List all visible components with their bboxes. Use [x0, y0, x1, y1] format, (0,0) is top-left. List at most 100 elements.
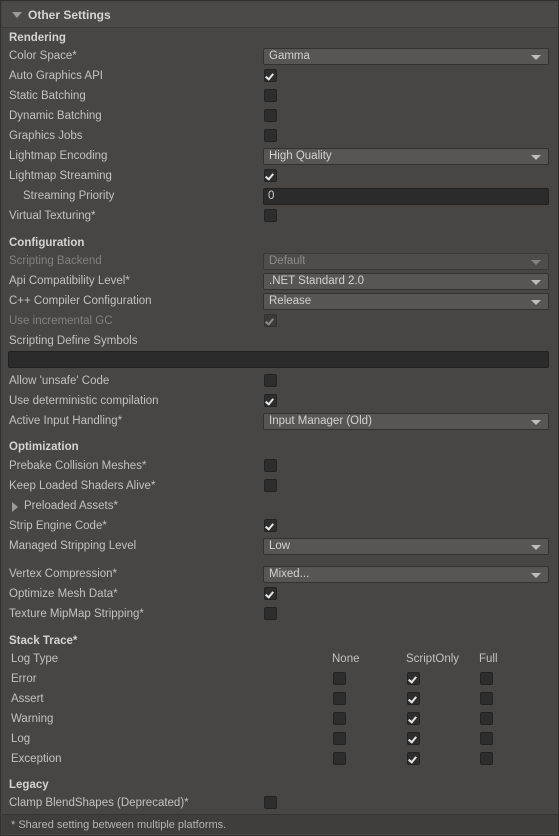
stacktrace-log-scriptonly-checkbox[interactable]	[407, 732, 420, 745]
chevron-down-icon	[531, 573, 541, 578]
dynamic-batching-label: Dynamic Batching	[9, 110, 102, 122]
keep-loaded-shaders-alive-label: Keep Loaded Shaders Alive*	[9, 480, 156, 492]
preloaded-assets-label: Preloaded Assets*	[24, 500, 118, 512]
log-type-label: Assert	[11, 693, 44, 705]
stacktrace-warning-none-checkbox[interactable]	[333, 712, 346, 725]
stacktrace-exception-scriptonly-checkbox[interactable]	[407, 752, 420, 765]
group-label: Configuration	[9, 237, 85, 249]
streaming-priority-label: Streaming Priority	[23, 190, 115, 202]
chevron-down-icon	[531, 155, 541, 160]
row-lightmap-encoding: Lightmap Encoding High Quality	[1, 146, 558, 166]
scripting-define-symbols-input[interactable]	[8, 351, 549, 368]
row-graphics-jobs: Graphics Jobs	[1, 126, 558, 146]
static-batching-checkbox[interactable]	[264, 89, 277, 102]
api-compatibility-level-value: .NET Standard 2.0	[269, 275, 365, 287]
table-row: Warning	[1, 709, 558, 729]
allow-unsafe-code-label: Allow 'unsafe' Code	[9, 375, 110, 387]
row-color-space: Color Space* Gamma	[1, 46, 558, 66]
stacktrace-assert-full-checkbox[interactable]	[480, 692, 493, 705]
active-input-handling-dropdown[interactable]: Input Manager (Old)	[263, 413, 549, 430]
triangle-right-icon[interactable]	[12, 502, 18, 512]
cpp-compiler-configuration-label: C++ Compiler Configuration	[9, 295, 152, 307]
optimize-mesh-data-checkbox[interactable]	[264, 587, 277, 600]
vertex-compression-dropdown[interactable]: Mixed...	[263, 566, 549, 583]
optimize-mesh-data-label: Optimize Mesh Data*	[9, 588, 118, 600]
allow-unsafe-code-checkbox[interactable]	[264, 374, 277, 387]
auto-graphics-api-label: Auto Graphics API	[9, 70, 103, 82]
row-strip-engine-code: Strip Engine Code*	[1, 516, 558, 536]
chevron-down-icon	[531, 260, 541, 265]
auto-graphics-api-checkbox[interactable]	[264, 69, 277, 82]
row-virtual-texturing: Virtual Texturing*	[1, 206, 558, 226]
stacktrace-log-full-checkbox[interactable]	[480, 732, 493, 745]
texture-mipmap-stripping-checkbox[interactable]	[264, 607, 277, 620]
row-scripting-backend: Scripting Backend Default	[1, 251, 558, 271]
graphics-jobs-checkbox[interactable]	[264, 129, 277, 142]
other-settings-panel: Other Settings Rendering Color Space* Ga…	[0, 0, 559, 836]
scripting-backend-label: Scripting Backend	[9, 255, 102, 267]
color-space-label: Color Space*	[9, 50, 77, 62]
stacktrace-assert-none-checkbox[interactable]	[333, 692, 346, 705]
row-use-deterministic-compilation: Use deterministic compilation	[1, 391, 558, 411]
virtual-texturing-checkbox[interactable]	[264, 209, 277, 222]
section-header-other-settings[interactable]: Other Settings	[2, 3, 558, 28]
graphics-jobs-label: Graphics Jobs	[9, 130, 83, 142]
column-header-none: None	[332, 653, 360, 665]
chevron-down-icon	[531, 55, 541, 60]
group-heading-configuration: Configuration	[1, 233, 558, 253]
vertex-compression-label: Vertex Compression*	[9, 568, 118, 580]
row-keep-loaded-shaders-alive: Keep Loaded Shaders Alive*	[1, 476, 558, 496]
color-space-dropdown[interactable]: Gamma	[263, 48, 549, 65]
active-input-handling-value: Input Manager (Old)	[269, 415, 372, 427]
lightmap-encoding-label: Lightmap Encoding	[9, 150, 108, 162]
stacktrace-warning-full-checkbox[interactable]	[480, 712, 493, 725]
stacktrace-warning-scriptonly-checkbox[interactable]	[407, 712, 420, 725]
scripting-backend-value: Default	[269, 255, 306, 267]
group-label: Stack Trace*	[9, 635, 78, 647]
stacktrace-exception-none-checkbox[interactable]	[333, 752, 346, 765]
row-optimize-mesh-data: Optimize Mesh Data*	[1, 584, 558, 604]
use-deterministic-compilation-label: Use deterministic compilation	[9, 395, 159, 407]
lightmap-streaming-checkbox[interactable]	[264, 169, 277, 182]
dynamic-batching-checkbox[interactable]	[264, 109, 277, 122]
lightmap-encoding-value: High Quality	[269, 150, 332, 162]
stacktrace-assert-scriptonly-checkbox[interactable]	[407, 692, 420, 705]
prebake-collision-meshes-checkbox[interactable]	[264, 459, 277, 472]
use-deterministic-compilation-checkbox[interactable]	[264, 394, 277, 407]
row-scripting-define-symbols-field	[1, 349, 558, 369]
managed-stripping-level-dropdown[interactable]: Low	[263, 538, 549, 555]
stacktrace-exception-full-checkbox[interactable]	[480, 752, 493, 765]
row-scripting-define-symbols-label: Scripting Define Symbols	[1, 331, 558, 351]
stacktrace-error-full-checkbox[interactable]	[480, 672, 493, 685]
group-heading-legacy: Legacy	[1, 775, 558, 795]
lightmap-encoding-dropdown[interactable]: High Quality	[263, 148, 549, 165]
streaming-priority-input[interactable]: 0	[263, 188, 549, 205]
stacktrace-log-none-checkbox[interactable]	[333, 732, 346, 745]
cpp-compiler-configuration-dropdown[interactable]: Release	[263, 293, 549, 310]
row-active-input-handling: Active Input Handling* Input Manager (Ol…	[1, 411, 558, 431]
strip-engine-code-checkbox[interactable]	[264, 519, 277, 532]
group-label: Rendering	[9, 32, 66, 44]
table-row: Error	[1, 669, 558, 689]
strip-engine-code-label: Strip Engine Code*	[9, 520, 107, 532]
row-api-compatibility-level: Api Compatibility Level* .NET Standard 2…	[1, 271, 558, 291]
prebake-collision-meshes-label: Prebake Collision Meshes*	[9, 460, 147, 472]
log-type-label: Exception	[11, 753, 62, 765]
row-preloaded-assets[interactable]: Preloaded Assets*	[1, 496, 558, 516]
lightmap-streaming-label: Lightmap Streaming	[9, 170, 112, 182]
stacktrace-error-none-checkbox[interactable]	[333, 672, 346, 685]
chevron-down-icon	[531, 280, 541, 285]
chevron-down-icon	[531, 545, 541, 550]
api-compatibility-level-dropdown[interactable]: .NET Standard 2.0	[263, 273, 549, 290]
group-label: Optimization	[9, 441, 79, 453]
stacktrace-error-scriptonly-checkbox[interactable]	[407, 672, 420, 685]
clamp-blendshapes-checkbox[interactable]	[264, 796, 277, 809]
row-static-batching: Static Batching	[1, 86, 558, 106]
api-compatibility-level-label: Api Compatibility Level*	[9, 275, 130, 287]
footer-note-text: * Shared setting between multiple platfo…	[11, 818, 227, 831]
color-space-value: Gamma	[269, 50, 310, 62]
section-header-label: Other Settings	[28, 8, 111, 22]
triangle-down-icon[interactable]	[12, 12, 22, 18]
clamp-blendshapes-label: Clamp BlendShapes (Deprecated)*	[9, 797, 189, 809]
keep-loaded-shaders-alive-checkbox[interactable]	[264, 479, 277, 492]
